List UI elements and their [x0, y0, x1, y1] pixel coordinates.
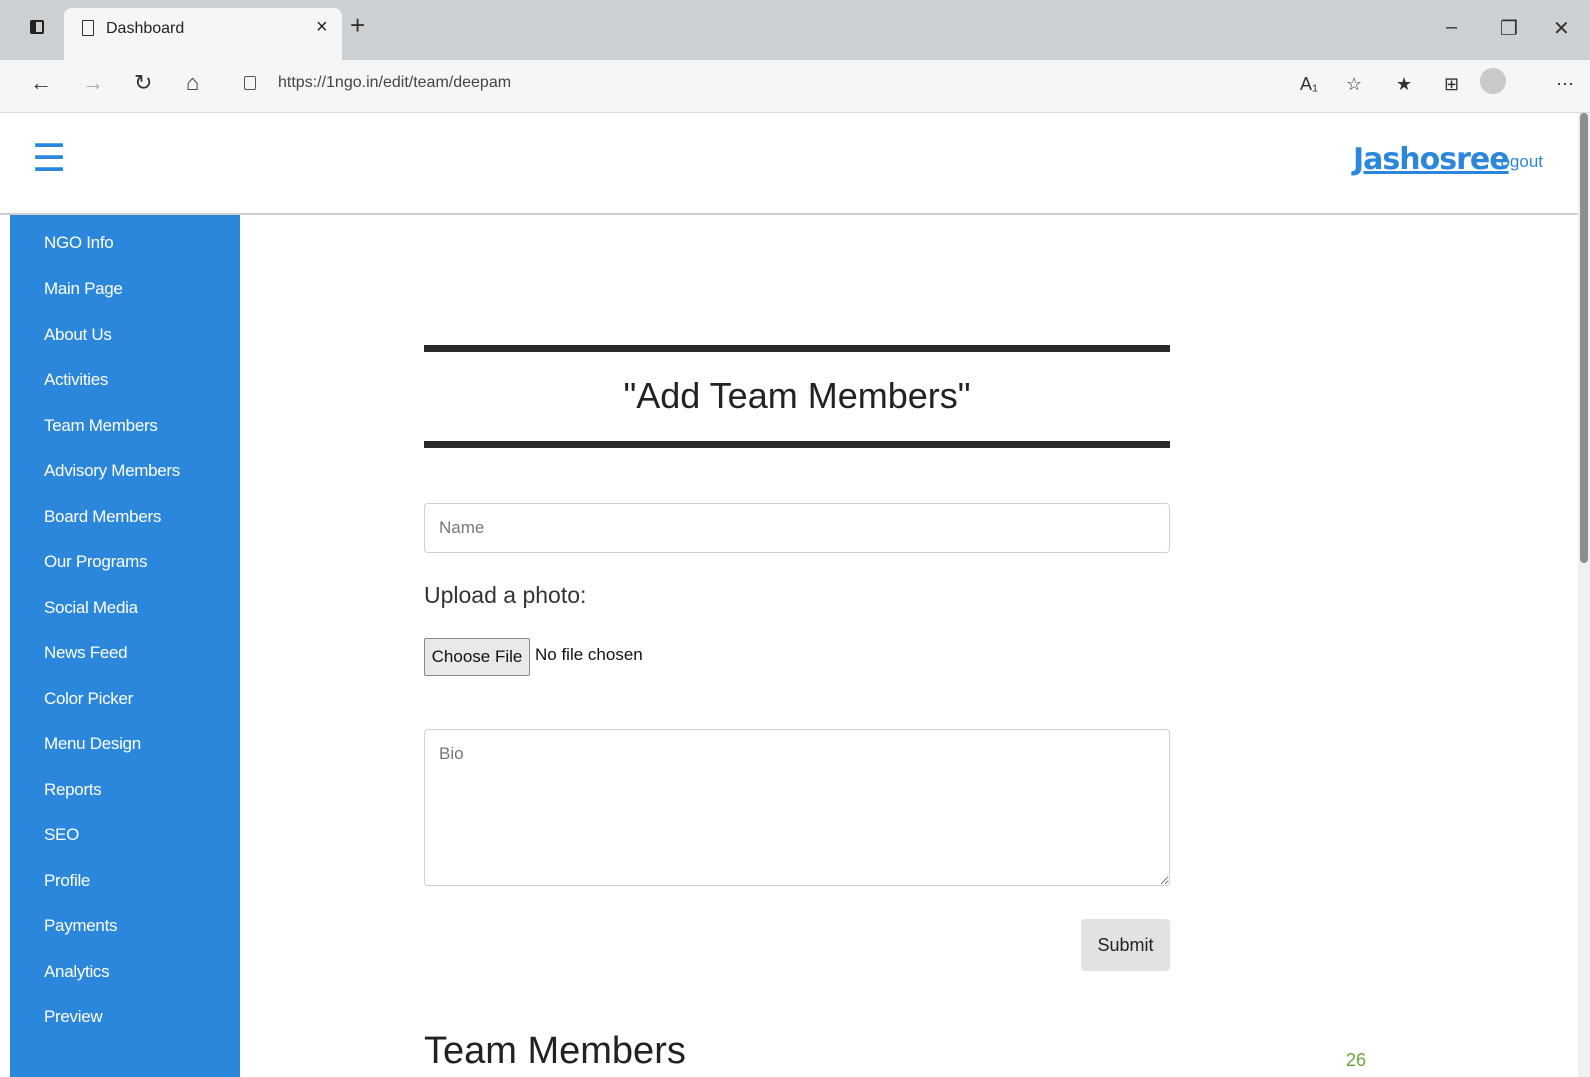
- back-icon[interactable]: ←: [30, 70, 52, 96]
- sidebar-item-advisory-members[interactable]: Advisory Members: [44, 461, 180, 481]
- name-input[interactable]: [424, 503, 1170, 553]
- browser-tab-bar: Dashboard × + – ❐ ✕: [0, 0, 1590, 60]
- tab-title: Dashboard: [106, 20, 185, 37]
- hamburger-menu-icon[interactable]: ☰: [32, 140, 66, 178]
- sidebar-item-color-picker[interactable]: Color Picker: [44, 689, 133, 709]
- page-icon: [82, 20, 94, 36]
- scrollbar-thumb[interactable]: [1580, 113, 1588, 563]
- title-top-rule: [424, 345, 1170, 352]
- read-aloud-icon[interactable]: A₁: [1300, 74, 1318, 95]
- tab-close-icon[interactable]: ×: [316, 16, 328, 39]
- sidebar-item-main-page[interactable]: Main Page: [44, 279, 123, 299]
- sidebar-item-profile[interactable]: Profile: [44, 871, 90, 891]
- file-status-text: No file chosen: [535, 645, 643, 664]
- sidebar-toggle-icon[interactable]: [30, 20, 44, 34]
- sidebar-item-reports[interactable]: Reports: [44, 780, 102, 800]
- browser-address-bar: ← → ↻ ⌂ https://1ngo.in/edit/team/deepam…: [0, 60, 1590, 113]
- restore-icon[interactable]: ❐: [1500, 16, 1518, 41]
- logout-link[interactable]: Logout: [1491, 152, 1543, 172]
- sidebar-item-analytics[interactable]: Analytics: [44, 962, 110, 982]
- favorites-icon[interactable]: ★: [1396, 74, 1412, 95]
- sidebar-item-social-media[interactable]: Social Media: [44, 598, 138, 618]
- sidebar-item-our-programs[interactable]: Our Programs: [44, 552, 147, 572]
- browser-tab[interactable]: Dashboard ×: [64, 8, 342, 60]
- sidebar-item-seo[interactable]: SEO: [44, 825, 79, 845]
- sidebar-item-team-members[interactable]: Team Members: [44, 416, 158, 436]
- sidebar-item-board-members[interactable]: Board Members: [44, 507, 161, 527]
- sidebar-item-news-feed[interactable]: News Feed: [44, 643, 128, 663]
- more-icon[interactable]: ⋯: [1556, 74, 1574, 95]
- url-field[interactable]: https://1ngo.in/edit/team/deepam: [278, 74, 511, 92]
- sidebar-item-preview[interactable]: Preview: [44, 1007, 103, 1027]
- sidebar-nav: NGO Info Main Page About Us Activities T…: [10, 215, 240, 1077]
- title-bottom-rule: [424, 441, 1170, 448]
- url-path: /edit/team/deepam: [378, 74, 512, 91]
- slide-page-number: 26: [1346, 1050, 1367, 1070]
- lock-icon[interactable]: [244, 76, 256, 90]
- page-scrollbar[interactable]: [1578, 113, 1590, 1077]
- bio-textarea[interactable]: [424, 729, 1170, 886]
- sidebar-item-ngo-info[interactable]: NGO Info: [44, 233, 114, 253]
- sidebar-item-menu-design[interactable]: Menu Design: [44, 734, 141, 754]
- username-link[interactable]: Jashosree: [1353, 142, 1510, 177]
- add-favorite-icon[interactable]: ☆: [1346, 74, 1362, 95]
- team-members-heading: Team Members: [424, 1030, 686, 1072]
- refresh-icon[interactable]: ↻: [134, 70, 152, 96]
- sidebar-item-payments[interactable]: Payments: [44, 916, 117, 936]
- url-host: https://1ngo.in: [278, 74, 379, 91]
- home-icon[interactable]: ⌂: [186, 70, 199, 96]
- close-icon[interactable]: ✕: [1553, 16, 1570, 41]
- collections-icon[interactable]: ⊞: [1444, 74, 1459, 95]
- minimize-icon[interactable]: –: [1446, 16, 1457, 39]
- sidebar-item-about-us[interactable]: About Us: [44, 325, 112, 345]
- profile-icon[interactable]: [1480, 68, 1506, 94]
- forward-icon[interactable]: →: [82, 70, 104, 96]
- submit-button[interactable]: Submit: [1081, 919, 1170, 971]
- new-tab-button[interactable]: +: [350, 12, 365, 38]
- form-title: "Add Team Members": [623, 375, 971, 416]
- sidebar-item-activities[interactable]: Activities: [44, 370, 108, 390]
- choose-file-button[interactable]: Choose File: [424, 638, 530, 676]
- upload-photo-label: Upload a photo:: [424, 582, 587, 608]
